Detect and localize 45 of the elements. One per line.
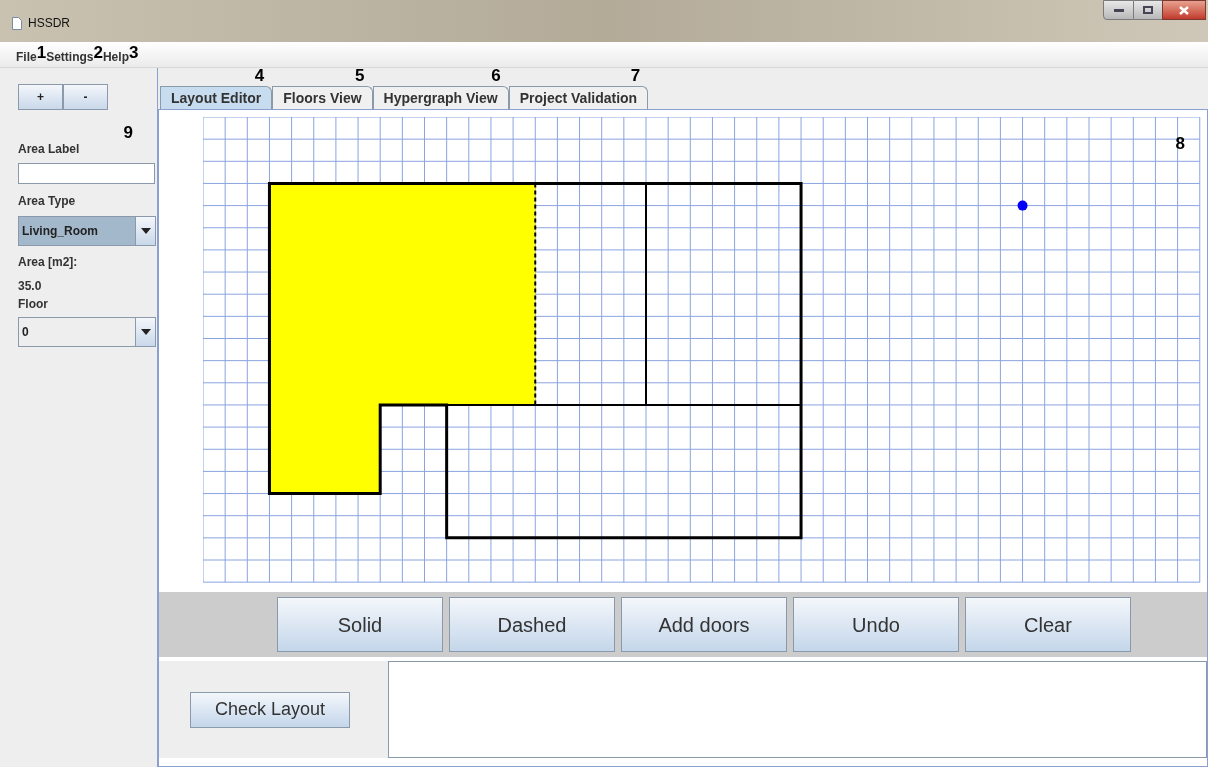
- minimize-icon: [1113, 8, 1124, 12]
- tool-button[interactable]: Dashed: [449, 597, 615, 652]
- callout-number: 5: [355, 66, 365, 85]
- document-icon: [12, 16, 22, 30]
- cursor-point: [1017, 200, 1028, 211]
- tool-button[interactable]: Add doors: [621, 597, 787, 652]
- menu-item[interactable]: Help: [102, 47, 129, 67]
- menu-item[interactable]: File: [16, 47, 37, 67]
- close-button[interactable]: [1162, 0, 1206, 20]
- menu-item[interactable]: Settings: [46, 47, 94, 67]
- field-label: Area [m2]:: [18, 254, 79, 271]
- zoom-button[interactable]: -: [63, 84, 108, 110]
- field-label: Floor: [18, 296, 49, 313]
- check-layout-button[interactable]: Check Layout: [190, 691, 350, 728]
- dropdown[interactable]: 0: [18, 317, 156, 347]
- callout-number: 8: [1175, 134, 1185, 153]
- zoom-button[interactable]: +: [18, 84, 63, 110]
- area-value: 35.0: [18, 278, 43, 295]
- tab[interactable]: Floors View: [272, 86, 373, 109]
- callout-number: 2: [93, 43, 103, 62]
- tool-button[interactable]: Clear: [965, 597, 1131, 652]
- callout-number: 1: [36, 43, 47, 62]
- callout-number: 3: [128, 43, 139, 62]
- minimize-button[interactable]: [1103, 0, 1134, 20]
- tab[interactable]: Layout Editor: [160, 86, 273, 109]
- dropdown[interactable]: Living_Room: [18, 216, 156, 246]
- field-label: Area Type: [18, 193, 77, 210]
- tool-button[interactable]: Undo: [793, 597, 959, 652]
- dropdown-arrow-icon: [140, 329, 151, 335]
- window-title: HSSDR: [28, 15, 70, 32]
- tab[interactable]: Project Validation: [508, 86, 649, 109]
- output-text-area[interactable]: [388, 661, 1207, 758]
- tab[interactable]: Hypergraph View: [372, 86, 509, 109]
- field-label: Area Label: [18, 141, 81, 158]
- area-label-field[interactable]: [18, 163, 155, 184]
- maximize-button[interactable]: [1134, 0, 1162, 20]
- callout-number: 7: [630, 66, 641, 85]
- selected-room[interactable]: [269, 183, 536, 494]
- callout-number: 9: [123, 124, 133, 138]
- tool-button[interactable]: Solid: [277, 597, 443, 652]
- callout-number: 6: [491, 66, 501, 85]
- callout-number: 4: [254, 66, 265, 85]
- maximize-icon: [1143, 6, 1153, 14]
- dropdown-arrow-icon: [140, 228, 151, 234]
- close-icon: [1179, 5, 1189, 15]
